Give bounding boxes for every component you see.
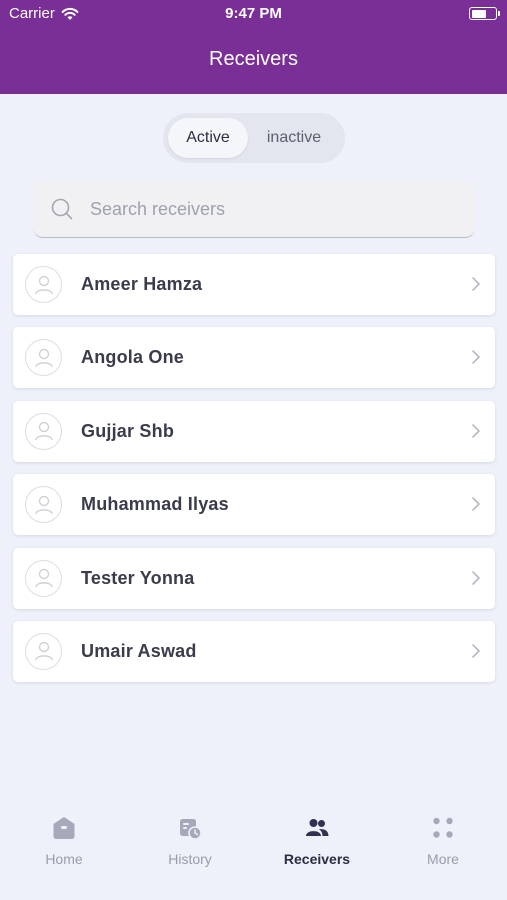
receiver-list-item[interactable]: Umair Aswad <box>13 620 495 682</box>
status-segmented-control: Active inactive <box>163 113 345 163</box>
chevron-right-icon <box>472 644 480 658</box>
tab-receivers[interactable]: Receivers <box>262 800 372 880</box>
status-time: 9:47 PM <box>225 5 282 22</box>
user-avatar-icon <box>25 266 62 303</box>
receivers-list: Ameer Hamza Angola One Gujjar Shb Muhamm… <box>13 254 495 694</box>
chevron-right-icon <box>472 423 480 438</box>
app-header: Carrier 9:47 PM Receivers <box>0 0 507 94</box>
receiver-name: Muhammad Ilyas <box>81 494 229 515</box>
receiver-name: Angola One <box>81 347 185 368</box>
user-avatar-icon <box>25 339 62 377</box>
tab-home[interactable]: Home <box>9 800 119 880</box>
search-input[interactable] <box>90 181 460 238</box>
receiver-name: Gujjar Shb <box>81 420 175 441</box>
receiver-name: Ameer Hamza <box>81 274 203 294</box>
tab-more[interactable]: More <box>388 800 498 880</box>
receiver-list-item[interactable]: Gujjar Shb <box>13 400 495 462</box>
receiver-list-item[interactable]: Muhammad Ilyas <box>13 474 495 536</box>
chevron-right-icon <box>472 570 480 585</box>
search-icon <box>51 198 73 220</box>
user-avatar-icon <box>25 412 62 450</box>
receiver-name: Tester Yonna <box>81 567 195 588</box>
receivers-icon <box>306 819 329 836</box>
user-avatar-icon <box>25 632 62 670</box>
home-icon <box>53 817 75 839</box>
more-icon <box>433 817 453 838</box>
history-icon <box>180 819 202 840</box>
segment-active-button[interactable]: Active <box>168 118 248 158</box>
user-avatar-icon <box>25 559 62 597</box>
bottom-tab-bar: Home History Receivers More <box>0 800 507 900</box>
receiver-name: Umair Aswad <box>81 640 197 661</box>
tab-more-label: More <box>427 851 459 867</box>
tab-receivers-label: Receivers <box>283 851 351 867</box>
user-avatar-icon <box>25 486 62 524</box>
tab-history[interactable]: History <box>135 800 245 880</box>
page-title: Receivers <box>209 48 298 70</box>
receiver-list-item[interactable]: Tester Yonna <box>13 547 495 609</box>
chevron-right-icon <box>472 497 480 511</box>
search-bar <box>33 181 475 238</box>
status-bar: Carrier 9:47 PM <box>0 0 507 28</box>
battery-icon <box>469 7 500 20</box>
chevron-right-icon <box>472 350 480 365</box>
receiver-list-item[interactable]: Angola One <box>13 327 495 389</box>
tab-home-label: Home <box>45 851 83 867</box>
segment-inactive-button[interactable]: inactive <box>248 118 340 158</box>
receiver-list-item[interactable]: Ameer Hamza <box>13 254 495 315</box>
tab-history-label: History <box>168 851 212 867</box>
chevron-right-icon <box>472 277 480 291</box>
